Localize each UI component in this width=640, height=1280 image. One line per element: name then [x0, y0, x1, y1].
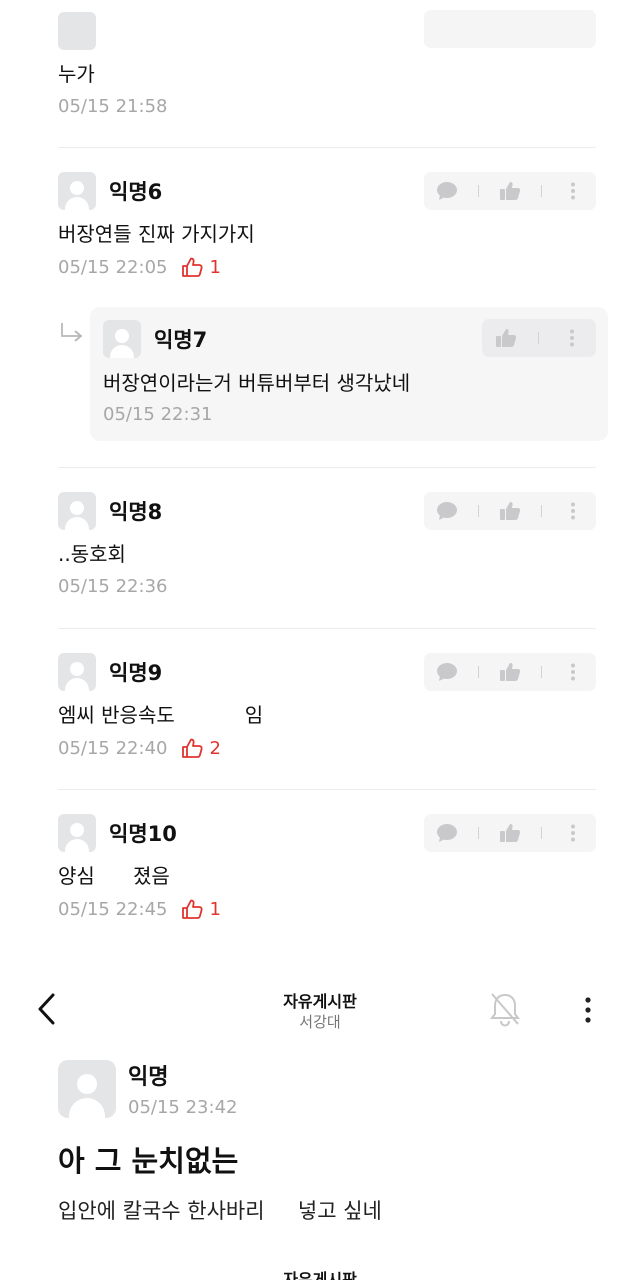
- separator: [541, 185, 542, 197]
- notification-button[interactable]: [484, 988, 526, 1030]
- vertical-dots-icon[interactable]: [558, 657, 588, 687]
- comment-header: 익명6: [58, 172, 162, 210]
- reply-comment: 익명7 버장연이라는거 버튜버부터 생각났네 05/15 22:31: [90, 307, 608, 441]
- post-title: 아 그 눈치없는: [58, 1144, 239, 1178]
- screenshot-collage: 누가 05/15 21:58 익명6 버장연들 진짜 가지가지 05/15 22: [0, 0, 640, 1280]
- comment-text: 버장연들 진짜 가지가지: [58, 222, 255, 246]
- like-count: 1: [181, 898, 221, 920]
- comment-time: 05/15 22:05: [58, 256, 168, 278]
- comment-item: 익명8 ..동호회 05/15 22:36: [58, 492, 596, 602]
- comment-header: 익명10: [58, 814, 177, 852]
- comment-text: 엠씨 반응속도 임: [58, 703, 264, 727]
- comment-actions: [482, 319, 596, 357]
- more-options-button[interactable]: [576, 992, 600, 1028]
- comment-author: 익명7: [154, 328, 208, 352]
- comment-actions: [424, 172, 596, 210]
- divider: [58, 628, 596, 629]
- avatar: [58, 172, 96, 210]
- separator: [541, 505, 542, 517]
- vertical-dots-icon[interactable]: [558, 496, 588, 526]
- divider: [58, 147, 596, 148]
- avatar: [58, 492, 96, 530]
- comment-text: 누가: [58, 62, 95, 86]
- thumb-up-icon[interactable]: [491, 323, 521, 353]
- like-count-value: 1: [209, 898, 221, 920]
- comment-meta: 05/15 22:40 2: [58, 737, 221, 759]
- like-count: 2: [181, 737, 221, 759]
- post-author: 익명: [128, 1065, 169, 1090]
- bell-off-icon: [490, 993, 520, 1027]
- comment-meta: 05/15 22:36: [58, 576, 167, 597]
- post-time: 05/15 23:42: [128, 1097, 238, 1118]
- comment-text: ..동호회: [58, 542, 126, 566]
- avatar: [103, 320, 141, 358]
- board-title: 자유게시판: [283, 992, 357, 1011]
- comment-actions: [424, 653, 596, 691]
- avatar: [58, 653, 96, 691]
- comment-meta: 05/15 22:45 1: [58, 898, 221, 920]
- comment-actions: [424, 814, 596, 852]
- separator: [478, 505, 479, 517]
- comment-author: 익명8: [109, 500, 163, 524]
- divider: [58, 467, 596, 468]
- like-count-value: 1: [209, 256, 221, 278]
- separator: [478, 827, 479, 839]
- board-subtitle: 서강대: [299, 1013, 341, 1031]
- comment-item: 익명10 양심 졌음 05/15 22:45 1: [58, 814, 596, 924]
- comment-item: 익명6 버장연들 진짜 가지가지 05/15 22:05 1: [58, 172, 596, 282]
- like-count-value: 2: [209, 737, 221, 759]
- vertical-dots-icon[interactable]: [558, 818, 588, 848]
- separator: [541, 827, 542, 839]
- top-bar: 자유게시판 서강대: [0, 975, 640, 1045]
- avatar: [58, 814, 96, 852]
- comment-time: 05/15 22:31: [103, 404, 212, 425]
- separator: [541, 666, 542, 678]
- vertical-dots-icon[interactable]: [558, 176, 588, 206]
- thumb-up-icon[interactable]: [495, 496, 525, 526]
- separator: [538, 332, 540, 344]
- comment-time-text: 05/15 22:31: [103, 404, 213, 425]
- author-avatar: [58, 1060, 116, 1118]
- speech-bubble-icon[interactable]: [432, 818, 462, 848]
- comment-time: 05/15 22:40: [58, 737, 168, 759]
- board-title-peek: 자유게시판: [283, 1270, 357, 1280]
- comment-header: 익명8: [58, 492, 162, 530]
- reply-arrow-icon: [60, 322, 84, 348]
- comment-actions: [424, 492, 596, 530]
- divider: [58, 789, 596, 790]
- speech-bubble-icon[interactable]: [432, 657, 462, 687]
- thumb-up-icon[interactable]: [495, 818, 525, 848]
- thumb-outline-icon: [182, 899, 204, 919]
- thumb-up-icon[interactable]: [495, 657, 525, 687]
- comment-time: 05/15 21:58: [58, 96, 167, 117]
- comment-author: 익명6: [109, 180, 163, 204]
- comment-time: 05/15 22:45: [58, 898, 168, 920]
- like-count: 1: [181, 256, 221, 278]
- avatar: [58, 12, 96, 50]
- speech-bubble-icon[interactable]: [432, 496, 462, 526]
- thumb-outline-icon: [182, 738, 204, 758]
- comment-author: 익명9: [109, 661, 163, 685]
- comment-header: 익명9: [58, 653, 162, 691]
- comment-text: 양심 졌음: [58, 864, 170, 888]
- comment-text: 버장연이라는거 버튜버부터 생각났네: [103, 371, 411, 395]
- comment-time-text: 05/15 21:58: [58, 96, 168, 117]
- vertical-dots-icon[interactable]: [557, 323, 587, 353]
- separator: [478, 185, 479, 197]
- comment-author: 익명10: [109, 822, 177, 846]
- comment-time: 05/15 22:36: [58, 576, 168, 597]
- speech-bubble-icon[interactable]: [432, 176, 462, 206]
- comment-meta: 05/15 22:05 1: [58, 256, 221, 278]
- thumb-outline-icon: [182, 257, 204, 277]
- thumb-up-icon[interactable]: [495, 176, 525, 206]
- post-body: 입안에 칼국수 한사바리 넣고 싶네: [58, 1199, 382, 1223]
- comment-actions: [424, 10, 596, 48]
- separator: [478, 666, 479, 678]
- vertical-dots-icon: [585, 997, 591, 1023]
- comment-item: 익명9 엠씨 반응속도 임 05/15 22:40 2: [58, 653, 596, 763]
- reply-header: 익명7: [103, 320, 207, 358]
